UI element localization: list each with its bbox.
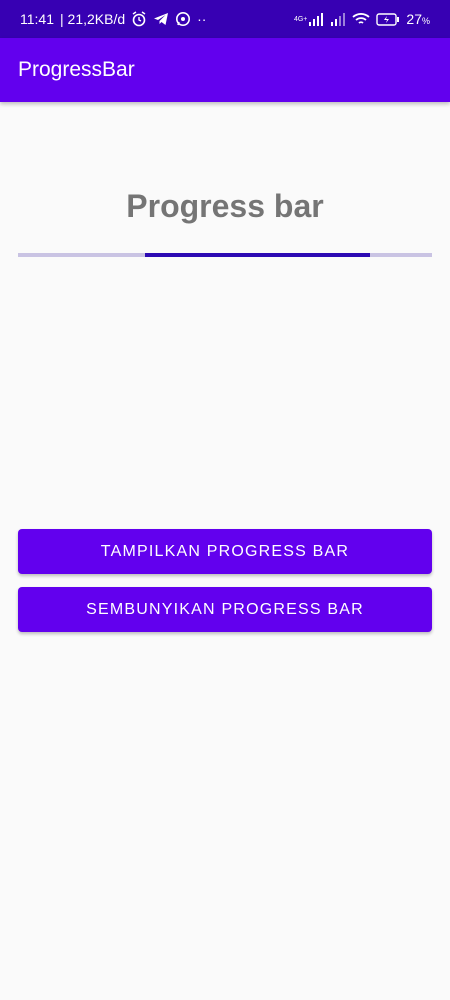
- signal-icon: 4G+: [294, 12, 324, 26]
- status-left: 11:41 | 21,2KB/d ··: [20, 11, 206, 27]
- whatsapp-icon: [175, 11, 191, 27]
- status-right: 4G+ 27%: [294, 11, 430, 27]
- page-heading: Progress bar: [126, 188, 324, 224]
- progress-bar: [18, 253, 432, 257]
- progress-bar-fill: [145, 253, 370, 257]
- status-bar: 11:41 | 21,2KB/d ·· 4G+ 27%: [0, 0, 450, 38]
- app-title: ProgressBar: [18, 58, 135, 81]
- telegram-icon: [153, 11, 169, 27]
- status-more: ··: [197, 11, 207, 27]
- alarm-icon: [131, 11, 147, 27]
- battery-icon: [376, 12, 400, 26]
- hide-progress-button[interactable]: SEMBUNYIKAN PROGRESS BAR: [18, 587, 432, 632]
- status-speed: | 21,2KB/d: [60, 11, 126, 27]
- wifi-icon: [352, 12, 371, 26]
- network-tag: 4G+: [293, 15, 308, 23]
- status-time: 11:41: [20, 11, 54, 27]
- signal-icon-2: [330, 12, 346, 26]
- app-bar: ProgressBar: [0, 38, 450, 102]
- battery-level: 27%: [406, 11, 430, 27]
- show-progress-button[interactable]: TAMPILKAN PROGRESS BAR: [18, 529, 432, 574]
